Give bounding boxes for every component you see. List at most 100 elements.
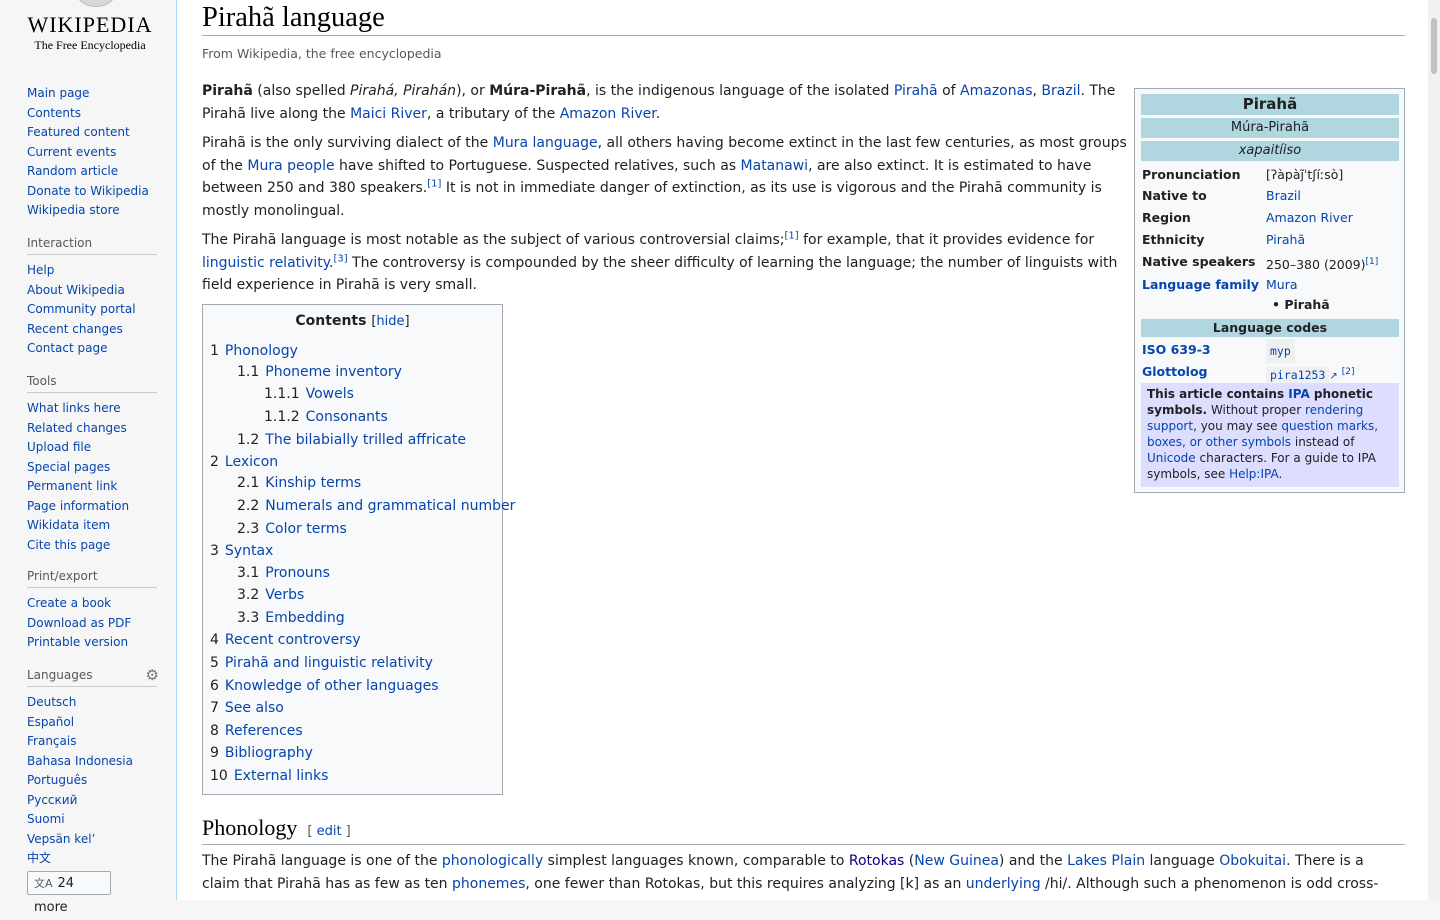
toc-link[interactable]: External links (234, 768, 329, 784)
toc-link[interactable]: Embedding (265, 610, 344, 626)
sidebar-interaction-link-about-wikipedia[interactable]: About Wikipedia (27, 283, 125, 297)
link-lakes-plain[interactable]: Lakes Plain (1067, 853, 1145, 869)
toc-item[interactable]: 1.2 The bilabially trilled affricate (237, 430, 466, 450)
sidebar-tools-link-page-information[interactable]: Page information (27, 499, 129, 513)
link-ipa[interactable]: IPA (1288, 387, 1309, 401)
sidebar-interaction-link-community-portal[interactable]: Community portal (27, 302, 136, 316)
sidebar-tools-link-upload-file[interactable]: Upload file (27, 440, 91, 454)
toc-link[interactable]: Consonants (306, 409, 388, 425)
sidebar-tools-link-permanent-link[interactable]: Permanent link (27, 479, 117, 493)
toc-link[interactable]: Phoneme inventory (265, 364, 402, 380)
toc-item[interactable]: 3.3 Embedding (237, 608, 345, 628)
toc-link[interactable]: Syntax (225, 543, 273, 559)
sidebar-print-link-download-as-pdf[interactable]: Download as PDF (27, 616, 131, 630)
sidebar-nav-link-wikipedia-store[interactable]: Wikipedia store (27, 203, 120, 217)
sidebar-nav-link-featured-content[interactable]: Featured content (27, 125, 130, 139)
sidebar-nav-link-donate-to-wikipedia[interactable]: Donate to Wikipedia (27, 184, 149, 198)
link-piraha-people[interactable]: Pirahã (1266, 229, 1305, 251)
sidebar-print-link-create-a-book[interactable]: Create a book (27, 596, 111, 610)
toc-item[interactable]: 3.2 Verbs (237, 585, 304, 605)
scrollbar-thumb[interactable] (1431, 18, 1437, 74)
sidebar-language-link-[interactable]: 中文 (27, 851, 51, 865)
link-rotokas[interactable]: Rotokas (849, 853, 904, 869)
link-brazil[interactable]: Brazil (1266, 185, 1301, 207)
link-iso-639-3[interactable]: ISO 639-3 (1142, 339, 1211, 361)
link-amazonas[interactable]: Amazonas (960, 83, 1032, 99)
toc-item[interactable]: 3 Syntax (210, 541, 273, 561)
sidebar-tools-link-related-changes[interactable]: Related changes (27, 421, 127, 435)
link-help-ipa[interactable]: Help:IPA (1229, 467, 1278, 481)
sidebar-language-link-portugu-s[interactable]: Português (27, 773, 87, 787)
sidebar-nav-link-contents[interactable]: Contents (27, 106, 81, 120)
toc-link[interactable]: Kinship terms (265, 475, 361, 491)
toc-item[interactable]: 4 Recent controversy (210, 630, 361, 650)
citation-1[interactable]: [1] (1366, 257, 1379, 267)
citation-2[interactable]: [2] (1342, 367, 1355, 377)
toc-item[interactable]: 9 Bibliography (210, 743, 313, 763)
link-phonemes[interactable]: phonemes (452, 876, 525, 892)
sidebar-tools-link-wikidata-item[interactable]: Wikidata item (27, 518, 110, 532)
sidebar-language-link-espa-ol[interactable]: Español (27, 715, 74, 729)
link-brazil[interactable]: Brazil (1041, 83, 1080, 99)
toc-link[interactable]: References (225, 723, 303, 739)
link-mura-language[interactable]: Mura language (493, 135, 598, 151)
link-iso-code[interactable]: myp (1266, 339, 1295, 363)
link-phonologically[interactable]: phonologically (442, 853, 543, 869)
toc-item[interactable]: 2.2 Numerals and grammatical number (237, 496, 515, 516)
link-maici-river[interactable]: Maici River (350, 106, 427, 122)
toc-link[interactable]: Knowledge of other languages (225, 678, 439, 694)
citation-3[interactable]: [3] (333, 253, 347, 264)
toc-item[interactable]: 1.1.2 Consonants (264, 407, 388, 427)
sidebar-nav-link-current-events[interactable]: Current events (27, 145, 116, 159)
toc-link[interactable]: Lexicon (225, 454, 278, 470)
toc-link[interactable]: Recent controversy (225, 632, 361, 648)
toc-item[interactable]: 3.1 Pronouns (237, 563, 330, 583)
toc-item[interactable]: 8 References (210, 721, 303, 741)
link-piraha-people[interactable]: Pirahã (894, 83, 938, 99)
toc-item[interactable]: 10 External links (210, 766, 328, 786)
sidebar-language-link-bahasa-indonesia[interactable]: Bahasa Indonesia (27, 754, 133, 768)
link-glottolog-code[interactable]: pira1253 (1266, 367, 1330, 384)
toc-link[interactable]: Pirahã and linguistic relativity (225, 655, 433, 671)
toc-link[interactable]: Verbs (265, 587, 304, 603)
toc-link[interactable]: Vowels (306, 386, 354, 402)
link-mura[interactable]: Mura (1266, 274, 1298, 296)
wikipedia-logo[interactable]: WIKIPEDIA The Free Encyclopedia (20, 0, 160, 60)
toc-link[interactable]: Numerals and grammatical number (265, 498, 515, 514)
toc-item[interactable]: 5 Pirahã and linguistic relativity (210, 653, 433, 673)
toc-item[interactable]: 2.1 Kinship terms (237, 473, 361, 493)
sidebar-nav-link-random-article[interactable]: Random article (27, 164, 118, 178)
toc-item[interactable]: 1.1 Phoneme inventory (237, 362, 402, 382)
citation-1[interactable]: [1] (784, 230, 798, 241)
toc-item[interactable]: 2.3 Color terms (237, 519, 347, 539)
sidebar-tools-link-special-pages[interactable]: Special pages (27, 460, 110, 474)
link-obokuitai[interactable]: Obokuitai (1219, 853, 1286, 869)
toc-item[interactable]: 7 See also (210, 698, 284, 718)
toc-item[interactable]: 1 Phonology (210, 341, 298, 361)
gear-icon[interactable]: ⚙ (146, 666, 159, 684)
sidebar-language-link-veps-n-kel[interactable]: Vepsän kel’ (27, 832, 95, 846)
page-scrollbar[interactable] (1428, 0, 1440, 900)
sidebar-tools-link-what-links-here[interactable]: What links here (27, 401, 121, 415)
link-new-guinea[interactable]: New Guinea (914, 853, 999, 869)
link-linguistic-relativity[interactable]: linguistic relativity (202, 255, 329, 271)
sidebar-nav-link-main-page[interactable]: Main page (27, 86, 89, 100)
sidebar-interaction-link-recent-changes[interactable]: Recent changes (27, 322, 123, 336)
link-underlying[interactable]: underlying (966, 876, 1041, 892)
toc-item[interactable]: 6 Knowledge of other languages (210, 676, 439, 696)
sidebar-language-link-fran-ais[interactable]: Français (27, 734, 76, 748)
link-mura-people[interactable]: Mura people (247, 158, 334, 174)
toc-link[interactable]: Pronouns (265, 565, 330, 581)
sidebar-interaction-link-contact-page[interactable]: Contact page (27, 341, 107, 355)
toc-link[interactable]: Color terms (265, 521, 347, 537)
toc-item[interactable]: 1.1.1 Vowels (264, 384, 354, 404)
sidebar-interaction-link-help[interactable]: Help (27, 263, 54, 277)
link-amazon-river[interactable]: Amazon River (1266, 207, 1353, 229)
sidebar-tools-link-cite-this-page[interactable]: Cite this page (27, 538, 110, 552)
toc-link[interactable]: Bibliography (225, 745, 313, 761)
citation-1[interactable]: [1] (427, 178, 441, 189)
link-unicode[interactable]: Unicode (1147, 451, 1196, 465)
sidebar-print-link-printable-version[interactable]: Printable version (27, 635, 128, 649)
link-matanawi[interactable]: Matanawi (741, 158, 809, 174)
toc-item[interactable]: 2 Lexicon (210, 452, 278, 472)
